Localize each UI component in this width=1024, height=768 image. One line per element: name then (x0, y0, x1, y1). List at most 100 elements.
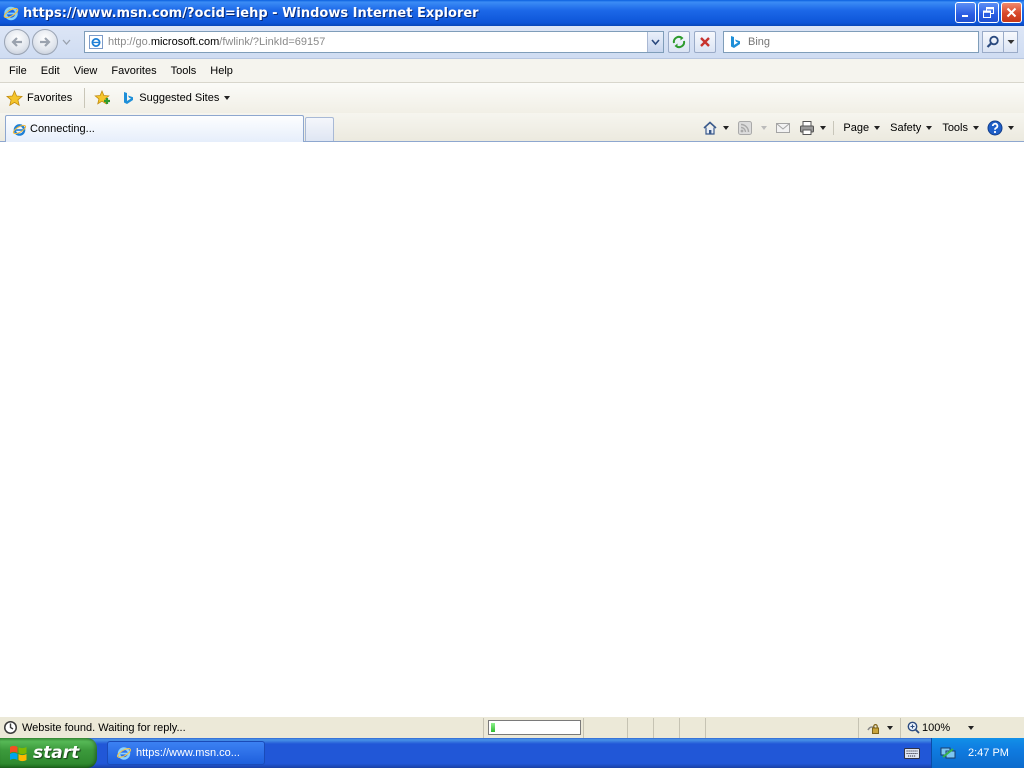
start-label: start (33, 743, 80, 763)
windows-flag-icon (10, 745, 27, 761)
command-separator (833, 121, 835, 135)
search-options-dropdown[interactable] (1004, 31, 1018, 53)
menu-help[interactable]: Help (203, 62, 240, 80)
back-button[interactable] (4, 29, 30, 55)
chevron-down-icon (968, 725, 975, 730)
menu-favorites[interactable]: Favorites (104, 62, 163, 80)
status-message-area: Website found. Waiting for reply... (0, 717, 484, 738)
menu-view[interactable]: View (67, 62, 105, 80)
close-button[interactable] (1001, 2, 1022, 23)
help-icon (987, 120, 1003, 136)
rss-feed-icon (738, 121, 753, 135)
keyboard-icon[interactable] (904, 747, 920, 759)
feeds-button[interactable] (733, 117, 757, 139)
printer-icon (800, 121, 815, 135)
forward-button[interactable] (32, 29, 58, 55)
suggested-sites-label: Suggested Sites (139, 92, 220, 104)
feeds-dropdown[interactable] (757, 117, 771, 139)
search-button[interactable] (982, 31, 1004, 53)
status-pane-1 (584, 717, 628, 738)
stop-icon (700, 37, 710, 47)
status-pane-2 (628, 717, 654, 738)
favorites-star-icon (6, 89, 23, 106)
address-bar[interactable]: http://go.microsoft.com/fwlink/?LinkId=6… (84, 31, 664, 53)
chevron-down-icon (1008, 126, 1014, 130)
menu-bar: File Edit View Favorites Tools Help (0, 59, 1024, 83)
page-content[interactable] (0, 142, 1024, 716)
ie-tab-icon (12, 123, 27, 136)
menu-edit[interactable]: Edit (34, 62, 67, 80)
new-tab-button[interactable] (305, 117, 334, 141)
safety-menu-label: Safety (890, 122, 922, 134)
zoom-level: 100% (922, 721, 951, 734)
home-button[interactable] (698, 117, 733, 139)
help-button[interactable] (983, 117, 1018, 139)
print-button[interactable] (795, 117, 830, 139)
search-icon (986, 35, 999, 48)
tools-menu-button[interactable]: Tools (936, 117, 983, 139)
chevron-down-icon (723, 126, 730, 130)
address-row: http://go.microsoft.com/fwlink/?LinkId=6… (0, 26, 1024, 59)
bing-icon (124, 92, 134, 104)
home-icon (703, 121, 717, 135)
tools-menu-label: Tools (942, 122, 968, 134)
safety-menu-button[interactable]: Safety (884, 117, 936, 139)
protected-mode-button[interactable] (859, 717, 901, 738)
refresh-button[interactable] (668, 31, 690, 53)
chevron-down-icon (926, 126, 933, 130)
address-url[interactable]: http://go.microsoft.com/fwlink/?LinkId=6… (108, 36, 325, 48)
suggested-sites-button[interactable]: Suggested Sites (121, 91, 231, 105)
restore-icon (983, 7, 994, 18)
read-mail-button[interactable] (771, 117, 795, 139)
zoom-icon (907, 721, 920, 734)
chevron-down-icon (761, 126, 768, 130)
taskbar: start https://www.msn.co... 2:47 PM (0, 738, 1024, 768)
address-dropdown-button[interactable] (647, 32, 663, 52)
close-icon (1006, 7, 1017, 18)
status-pane-3 (654, 717, 680, 738)
taskbar-item-label: https://www.msn.co... (136, 747, 240, 759)
start-button[interactable]: start (0, 738, 97, 768)
minimize-button[interactable] (955, 2, 976, 23)
network-icon[interactable] (940, 745, 956, 761)
chevron-down-icon (651, 39, 660, 46)
restore-button[interactable] (978, 2, 999, 23)
stop-button[interactable] (694, 31, 716, 53)
system-tray: 2:47 PM (931, 738, 1024, 768)
ie-taskbar-icon (116, 747, 132, 760)
favorites-button[interactable]: Favorites (0, 86, 72, 110)
page-menu-button[interactable]: Page (837, 117, 884, 139)
favorites-label: Favorites (27, 92, 73, 104)
status-text: Website found. Waiting for reply... (22, 721, 186, 734)
ie-page-icon (89, 35, 103, 49)
back-arrow-icon (11, 37, 22, 47)
taskbar-item-ie[interactable]: https://www.msn.co... (107, 741, 265, 765)
search-box[interactable] (723, 31, 979, 53)
chevron-down-icon (887, 725, 893, 730)
command-bar: Page Safety Tools (698, 116, 1018, 140)
menu-file[interactable]: File (2, 62, 34, 80)
recent-pages-dropdown-icon[interactable] (62, 38, 71, 46)
chevron-down-icon (1007, 40, 1014, 44)
zoom-button[interactable]: 100% (901, 718, 981, 738)
menu-tools[interactable]: Tools (164, 62, 204, 80)
chevron-down-icon (874, 126, 881, 130)
chevron-down-icon (820, 126, 827, 130)
ie-logo-icon (3, 6, 19, 21)
chevron-down-icon (973, 126, 979, 130)
window-title: https://www.msn.com/?ocid=iehp - Windows… (23, 5, 479, 21)
favorites-bar: Favorites Suggested Sites (0, 83, 1024, 113)
mail-icon (776, 123, 791, 133)
search-input[interactable] (748, 36, 968, 48)
progress-fill (491, 723, 496, 732)
forward-arrow-icon (40, 37, 51, 47)
chevron-down-icon (224, 96, 231, 100)
tab-row: Connecting... Page Safety Tools (0, 113, 1024, 142)
page-menu-label: Page (843, 122, 870, 134)
clock: 2:47 PM (968, 747, 1009, 759)
status-pane-4 (680, 717, 706, 738)
tab-active[interactable]: Connecting... (5, 115, 304, 142)
add-to-favorites-bar-icon[interactable] (93, 89, 111, 107)
title-bar[interactable]: https://www.msn.com/?ocid=iehp - Windows… (0, 0, 1024, 26)
tab-label: Connecting... (30, 123, 95, 135)
